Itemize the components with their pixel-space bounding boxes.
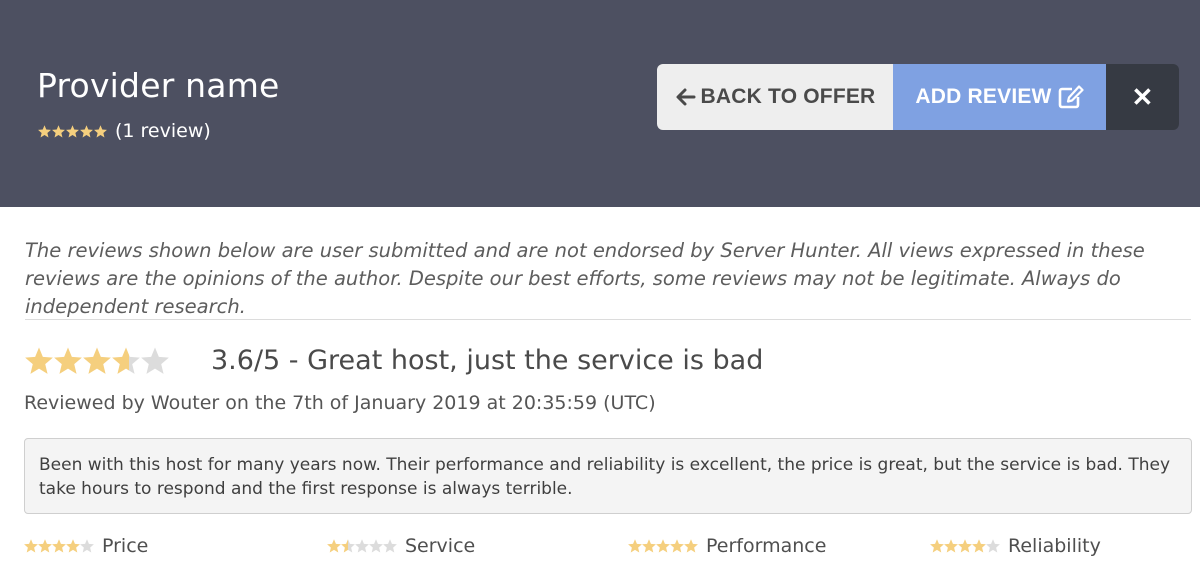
star-icon [54,347,82,374]
close-icon: ✕ [1131,81,1154,112]
star-icon [38,539,52,553]
star-icon [958,539,972,553]
sub-ratings: Price Service Performance Reliability [24,535,1200,563]
review-star-rating [25,347,169,375]
sub-rating-performance: Performance [628,535,826,557]
sub-rating-label: Performance [706,535,827,557]
star-icon [83,347,111,374]
disclaimer-text: The reviews shown below are user submitt… [25,239,1145,318]
star-icon [642,539,656,553]
star-icon [972,539,986,553]
provider-name: Provider name [37,66,280,105]
star-icon [355,539,369,553]
star-icon [112,347,140,374]
star-icon [327,539,341,553]
star-icon [80,124,93,137]
back-to-offer-label: BACK TO OFFER [700,85,876,108]
sub-rating-label: Price [102,535,149,557]
divider [25,319,1191,320]
star-icon [670,539,684,553]
review-count: (1 review) [115,120,211,142]
star-icon [66,124,79,137]
star-icon [141,347,169,374]
review-meta: Reviewed by Wouter on the 7th of January… [24,392,656,414]
star-icon [986,539,1000,553]
header: Provider name (1 review) BACK TO OFFER A… [0,0,1200,207]
sub-rating-reliability: Reliability [930,535,1101,557]
star-rating [24,539,94,553]
star-icon [94,124,107,137]
star-rating [327,539,397,553]
arrow-left-icon [675,86,697,108]
star-icon [369,539,383,553]
edit-icon [1058,85,1084,109]
star-icon [24,539,38,553]
header-actions: BACK TO OFFER ADD REVIEW ✕ [657,64,1179,130]
review-body: Been with this host for many years now. … [24,438,1192,514]
back-to-offer-button[interactable]: BACK TO OFFER [657,64,893,130]
sub-rating-label: Service [405,535,476,557]
star-rating [930,539,1000,553]
star-icon [656,539,670,553]
star-icon [383,539,397,553]
star-icon [341,539,355,553]
provider-rating: (1 review) [38,120,211,142]
close-button[interactable]: ✕ [1106,64,1179,130]
star-icon [684,539,698,553]
star-rating [38,124,107,137]
sub-rating-label: Reliability [1008,535,1101,557]
star-icon [930,539,944,553]
star-icon [944,539,958,553]
review-title: 3.6/5 - Great host, just the service is … [211,345,764,376]
star-rating [25,347,169,374]
sub-rating-price: Price [24,535,148,557]
add-review-label: ADD REVIEW [915,85,1052,108]
star-icon [80,539,94,553]
add-review-button[interactable]: ADD REVIEW [893,64,1106,130]
star-icon [25,347,53,374]
sub-rating-service: Service [327,535,475,557]
star-icon [628,539,642,553]
star-icon [52,539,66,553]
star-rating [628,539,698,553]
star-icon [66,539,80,553]
star-icon [52,124,65,137]
star-icon [38,124,51,137]
